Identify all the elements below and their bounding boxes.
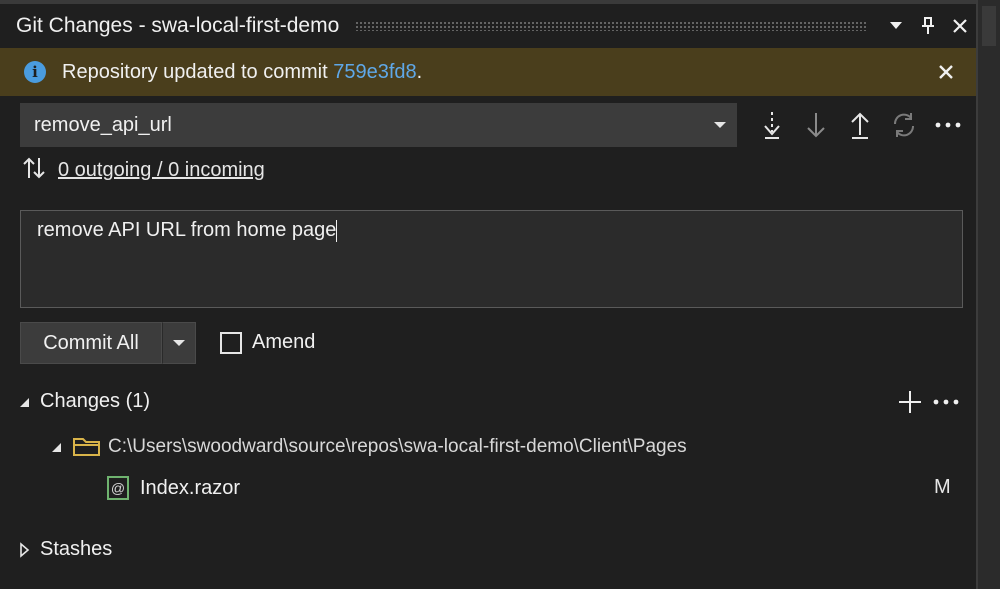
folder-tree-item[interactable]: C:\Users\swoodward\source\repos\swa-loca…: [50, 436, 687, 458]
outgoing-incoming-icon: [22, 156, 46, 185]
expanded-triangle-icon[interactable]: [50, 441, 62, 453]
drag-grip[interactable]: [355, 21, 868, 31]
commit-all-button[interactable]: Commit All: [20, 322, 162, 364]
scrollbar-thumb[interactable]: [982, 6, 996, 46]
branch-name: remove_api_url: [34, 113, 172, 136]
info-message-suffix: .: [416, 60, 423, 83]
pull-icon[interactable]: [796, 105, 836, 145]
amend-checkbox[interactable]: Amend: [220, 331, 315, 354]
chevron-down-icon: [173, 340, 185, 346]
amend-label: Amend: [252, 331, 316, 353]
sync-icon[interactable]: [884, 105, 924, 145]
folder-path-label: C:\Users\swoodward\source\repos\swa-loca…: [108, 436, 687, 457]
info-message: Repository updated to commit 759e3fd8.: [62, 61, 422, 84]
fetch-icon[interactable]: [752, 105, 792, 145]
branch-selector[interactable]: remove_api_url: [20, 103, 737, 147]
title-bar: Git Changes - swa-local-first-demo: [0, 4, 976, 48]
svg-text:@: @: [111, 480, 125, 496]
stashes-section-header[interactable]: Stashes: [18, 538, 112, 561]
text-cursor: [336, 219, 338, 242]
stage-all-plus-icon[interactable]: [896, 388, 924, 416]
info-bar-close-icon[interactable]: [930, 56, 962, 88]
expanded-triangle-icon[interactable]: [18, 396, 30, 408]
git-changes-panel: Git Changes - swa-local-first-demo i Rep…: [0, 0, 976, 589]
window-menu-dropdown-icon[interactable]: [880, 10, 912, 42]
razor-file-icon: @: [107, 476, 129, 500]
changes-more-icon[interactable]: [930, 392, 962, 412]
info-message-prefix: Repository updated to commit: [62, 60, 334, 83]
push-icon[interactable]: [840, 105, 880, 145]
chevron-down-icon: [714, 122, 726, 128]
changes-section-header[interactable]: Changes (1): [18, 390, 150, 413]
info-bar: i Repository updated to commit 759e3fd8.: [0, 48, 976, 96]
close-icon[interactable]: [944, 10, 976, 42]
collapsed-triangle-icon[interactable]: [18, 541, 30, 558]
commit-link[interactable]: 759e3fd8: [333, 61, 416, 83]
outgoing-incoming-link[interactable]: 0 outgoing / 0 incoming: [58, 159, 265, 182]
panel-title: Git Changes - swa-local-first-demo: [16, 14, 340, 37]
commit-message-input[interactable]: remove API URL from home page: [20, 210, 963, 308]
pin-icon[interactable]: [912, 10, 944, 42]
git-toolbar: [752, 105, 968, 145]
commit-split-button: Commit All: [20, 322, 196, 364]
commit-message-value: remove API URL from home page: [37, 219, 337, 241]
file-status-badge: M: [934, 476, 951, 498]
amend-checkbox-box[interactable]: [220, 331, 242, 354]
folder-icon: [73, 438, 100, 456]
right-scroll-strip: [976, 0, 1000, 589]
commit-message-text: remove API URL from home page: [37, 219, 338, 242]
more-actions-icon[interactable]: [928, 105, 968, 145]
stashes-header-label: Stashes: [40, 538, 113, 560]
file-tree-item[interactable]: @ Index.razor: [106, 475, 240, 501]
commit-options-dropdown[interactable]: [162, 322, 196, 364]
outgoing-incoming: 0 outgoing / 0 incoming: [22, 152, 265, 188]
changes-header-label: Changes (1): [40, 390, 151, 412]
file-name-label: Index.razor: [140, 476, 241, 499]
info-icon: i: [24, 61, 46, 83]
